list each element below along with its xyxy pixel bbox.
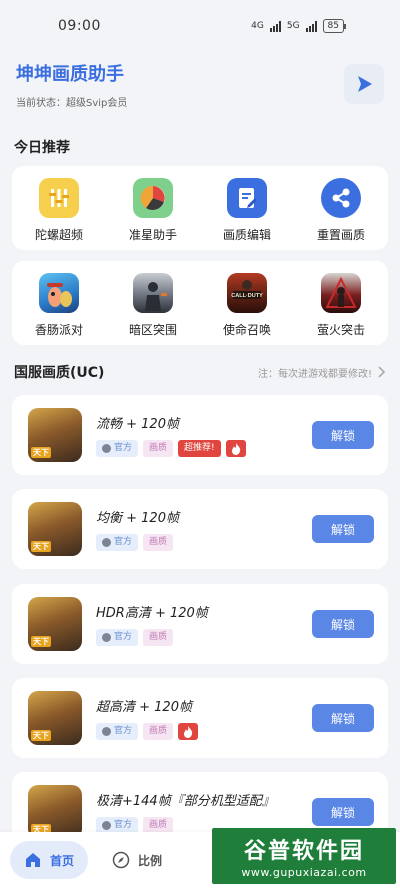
preset-card: 天下 均衡 + 120帧 官方 画质 解锁: [12, 489, 388, 569]
game-call-of-duty[interactable]: CALL·DUTY 使命召唤: [207, 273, 287, 338]
tool-label: 准星助手: [128, 228, 177, 242]
unlock-button[interactable]: 解锁: [312, 421, 374, 449]
tool-label: 画质编辑: [222, 228, 271, 242]
preset-name: 超高清 + 120帧: [96, 700, 192, 715]
fire-icon: [178, 723, 199, 740]
tag-official-text: 官方: [114, 443, 133, 453]
tag-official-text: 官方: [114, 726, 133, 736]
game-label: 使命召唤: [222, 323, 271, 337]
tag-quality: 画质: [143, 534, 174, 551]
tag-official: 官方: [96, 723, 139, 740]
nav-home[interactable]: 首页: [10, 841, 89, 879]
unlock-button[interactable]: 解锁: [312, 515, 374, 543]
crosshair-pie-icon: [133, 178, 173, 218]
tag-official-text: 官方: [114, 632, 133, 642]
tool-label: 重置画质: [316, 228, 365, 242]
nav-home-label: 首页: [50, 853, 75, 868]
status-bar: 09:00 4G 5G 85: [0, 0, 400, 52]
thumb-badge: 天下: [31, 447, 51, 458]
tag-official: 官方: [96, 629, 139, 646]
tag-hot: 超推荐!: [178, 440, 221, 457]
avatar-icon: [102, 727, 111, 736]
game-firefly-assault[interactable]: 萤火突击: [301, 273, 381, 338]
pubg-thumbnail: 天下: [28, 597, 82, 651]
app-title: 坤坤画质助手: [16, 64, 124, 85]
nav-ratio-label: 比例: [138, 853, 163, 868]
tag-quality: 画质: [143, 440, 174, 457]
games-card: 香肠派对 暗区突围 CALL·DUTY 使命召唤 萤火突击: [12, 261, 388, 345]
uc-section-header: 国服画质(UC) 注：每次进游戏都要修改!: [14, 362, 386, 382]
pubg-thumbnail: 天下: [28, 785, 82, 839]
avatar-icon: [102, 821, 111, 830]
avatar-icon: [102, 444, 111, 453]
pubg-thumbnail: 天下: [28, 691, 82, 745]
nav-ratio[interactable]: 比例: [98, 841, 176, 879]
network-4g-label: 4G: [251, 21, 264, 31]
firefly-assault-icon: [321, 273, 361, 313]
tool-crosshair[interactable]: 准星助手: [113, 178, 193, 243]
sausage-party-icon: [39, 273, 79, 313]
thumb-badge: 天下: [31, 636, 51, 647]
game-label: 萤火突击: [316, 323, 365, 337]
watermark-main: 谷普软件园: [243, 839, 364, 864]
uc-note[interactable]: 注：每次进游戏都要修改!: [258, 365, 386, 380]
avatar-icon: [102, 633, 111, 642]
status-time: 09:00: [58, 18, 101, 34]
edit-doc-icon: [227, 178, 267, 218]
gyro-icon: [39, 178, 79, 218]
preset-card: 天下 超高清 + 120帧 官方 画质 解锁: [12, 678, 388, 758]
pubg-thumbnail: 天下: [28, 408, 82, 462]
pubg-thumbnail: 天下: [28, 502, 82, 556]
membership-status: 当前状态：超级Svip会员: [16, 98, 128, 109]
play-icon: [358, 76, 372, 92]
compass-icon: [112, 851, 130, 869]
tag-official-text: 官方: [114, 537, 133, 547]
game-label: 香肠派对: [34, 323, 83, 337]
tag-quality: 画质: [143, 629, 174, 646]
section-title-uc: 国服画质(UC): [14, 365, 105, 381]
tag-official: 官方: [96, 534, 139, 551]
app-header: 坤坤画质助手 当前状态：超级Svip会员: [16, 60, 384, 110]
signal-icon: [305, 20, 317, 32]
uc-note-text: 注：每次进游戏都要修改!: [257, 368, 372, 380]
signal-icon: [269, 20, 281, 32]
tools-card: 陀螺超频 准星助手 画质编辑 重置画质: [12, 166, 388, 250]
network-5g-label: 5G: [286, 21, 300, 31]
tool-gyro[interactable]: 陀螺超频: [19, 178, 99, 243]
preset-name: 均衡 + 120帧: [96, 511, 179, 526]
preset-name: 流畅 + 120帧: [96, 417, 179, 432]
thumb-badge: 天下: [31, 541, 51, 552]
game-arena-breakout[interactable]: 暗区突围: [113, 273, 193, 338]
tool-label: 陀螺超频: [34, 228, 83, 242]
unlock-button[interactable]: 解锁: [312, 704, 374, 732]
arena-breakout-icon: [133, 273, 173, 313]
preset-name: 极清+144帧『部分机型适配』: [96, 794, 275, 809]
thumb-badge: 天下: [31, 730, 51, 741]
preset-card: 天下 流畅 + 120帧 官方 画质 超推荐! 解锁: [12, 395, 388, 475]
status-icons: 4G 5G 85: [251, 19, 347, 33]
battery-icon: 85: [322, 19, 347, 33]
share-icon: [321, 178, 361, 218]
game-sausage-party[interactable]: 香肠派对: [19, 273, 99, 338]
tag-official: 官方: [96, 440, 139, 457]
unlock-button[interactable]: 解锁: [312, 610, 374, 638]
preset-card: 天下 HDR高清 + 120帧 官方 画质 解锁: [12, 584, 388, 664]
unlock-button[interactable]: 解锁: [312, 798, 374, 826]
tool-reset-quality[interactable]: 重置画质: [301, 178, 381, 243]
tool-quality-edit[interactable]: 画质编辑: [207, 178, 287, 243]
call-of-duty-icon: CALL·DUTY: [227, 273, 267, 313]
tag-quality: 画质: [143, 723, 174, 740]
fire-icon: [225, 440, 246, 457]
chevron-right-icon: [378, 366, 386, 378]
preset-name: HDR高清 + 120帧: [96, 606, 208, 621]
avatar-icon: [102, 538, 111, 547]
section-title-today: 今日推荐: [14, 140, 70, 156]
play-button[interactable]: [344, 64, 384, 104]
svg-text:CALL·DUTY: CALL·DUTY: [231, 293, 263, 299]
home-icon: [26, 853, 40, 867]
watermark-logo: 谷普软件园 www.gupuxiazai.com: [212, 828, 396, 884]
watermark-url: www.gupuxiazai.com: [241, 866, 367, 879]
game-label: 暗区突围: [128, 323, 177, 337]
